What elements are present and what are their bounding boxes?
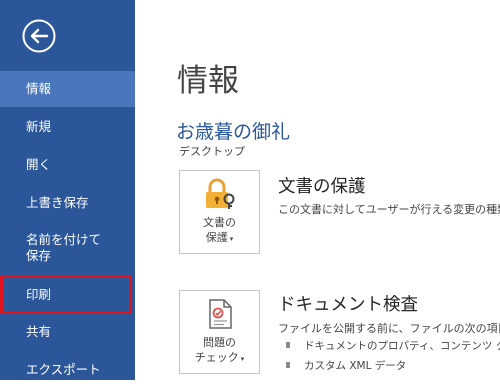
protect-document-button[interactable]: 文書の 保護 ▾ [179,170,260,254]
inspect-description: ファイルを公開する前に、ファイルの次の項目 [278,322,500,335]
sidebar-item-label: 名前を付けて [26,232,102,247]
sidebar-item-label: 新規 [26,119,52,134]
protect-heading: 文書の保護 [278,177,366,197]
sidebar-item-label: 情報 [26,81,52,96]
sidebar-item-save[interactable]: 上書き保存 [0,185,135,221]
sidebar-item-new[interactable]: 新規 [0,109,135,145]
sidebar-item-label: 共有 [26,324,52,339]
sidebar-item-label: エクスポート [26,362,101,377]
document-location: デスクトップ [179,145,245,158]
sidebar-item-label: 上書き保存 [26,195,89,210]
inspect-bullet: ドキュメントのプロパティ、コンテンツ タイプの [286,338,500,353]
back-button[interactable] [22,19,56,53]
chevron-down-icon: ▾ [229,235,234,243]
lock-key-icon [206,178,235,209]
sidebar-item-save-as[interactable]: 名前を付けて 保存 [0,228,135,268]
check-issues-button[interactable]: 問題の チェック ▾ [179,290,260,374]
inspect-bullet: カスタム XML データ [286,358,500,373]
sidebar-item-open[interactable]: 開く [0,147,135,183]
print-highlight-box [0,275,132,314]
sidebar-item-info[interactable]: 情報 [0,71,135,107]
check-button-label-2: チェック ▾ [194,351,245,364]
backstage-sidebar: 情報 新規 開く 上書き保存 名前を付けて 保存 印刷 共有 エクスポート [0,0,135,380]
chevron-down-icon: ▾ [240,355,245,363]
sidebar-item-share[interactable]: 共有 [0,314,135,350]
info-panel: 情報 お歳暮の御礼 デスクトップ 文書の 保護 ▾ 文書の保護 この文書に対してユ… [135,0,500,380]
document-title: お歳暮の御礼 [176,121,291,143]
page-title: 情報 [177,63,239,99]
document-check-icon [209,299,232,329]
sidebar-item-export[interactable]: エクスポート [0,352,135,388]
protect-description: この文書に対してユーザーが行える変更の種類 [278,203,500,216]
sidebar-item-label: 開く [26,157,52,172]
check-button-label: 問題の [203,336,236,349]
protect-button-label: 文書の [203,216,236,229]
back-arrow-icon [22,19,56,53]
sidebar-item-label: 保存 [26,248,52,263]
inspect-heading: ドキュメント検査 [278,295,418,315]
protect-button-label-2: 保護 ▾ [205,231,234,244]
